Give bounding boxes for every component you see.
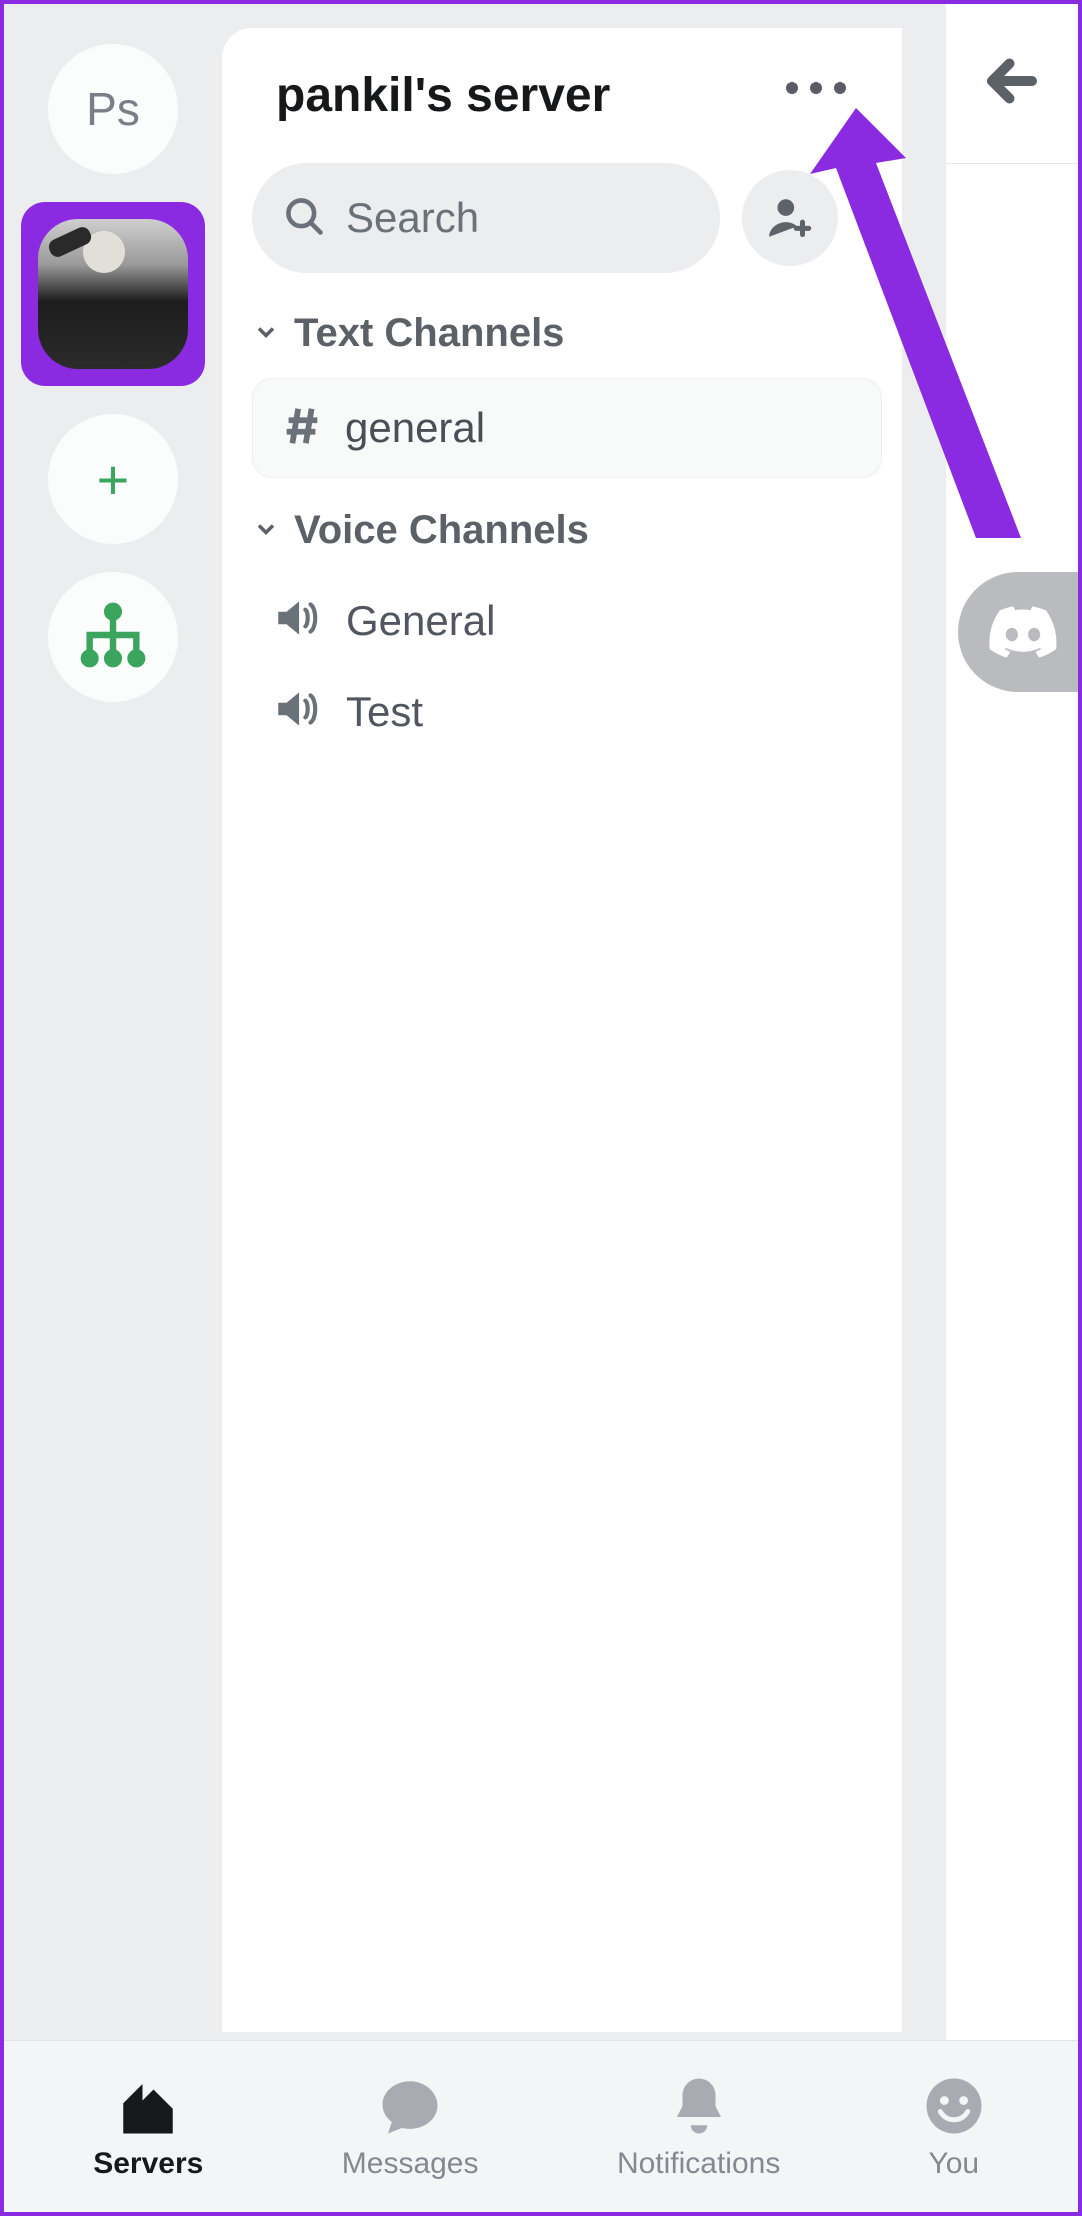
tab-you-label: You	[928, 2147, 979, 2181]
server-rail: Ps +	[4, 4, 222, 2044]
tab-you[interactable]: You	[919, 2073, 989, 2181]
search-placeholder: Search	[346, 194, 479, 242]
server-avatar-selected[interactable]	[38, 219, 188, 369]
voice-channel-name: General	[346, 597, 495, 645]
discover-hub-button[interactable]	[48, 572, 178, 702]
server-selected-highlight	[21, 202, 205, 386]
hash-icon	[279, 403, 325, 454]
text-channels-label: Text Channels	[294, 311, 564, 356]
channel-panel: pankil's server Search Text Channels gen…	[222, 28, 902, 2032]
tab-servers[interactable]: Servers	[93, 2073, 203, 2181]
server-ps-label: Ps	[86, 82, 140, 136]
chevron-down-icon	[252, 311, 280, 356]
bell-icon	[664, 2073, 734, 2139]
invite-people-button[interactable]	[742, 170, 838, 266]
messages-icon	[375, 2073, 445, 2139]
tab-messages-label: Messages	[342, 2147, 479, 2181]
right-peek-panel	[908, 4, 1078, 2044]
back-button[interactable]	[982, 51, 1042, 116]
add-server-button[interactable]: +	[48, 414, 178, 544]
invite-icon	[765, 193, 815, 243]
search-icon	[282, 194, 326, 243]
servers-icon	[113, 2073, 183, 2139]
voice-channels-header[interactable]: Voice Channels	[252, 508, 882, 553]
chevron-down-icon	[252, 508, 280, 553]
server-options-button[interactable]	[786, 82, 846, 94]
discord-fab[interactable]	[958, 572, 1078, 692]
bottom-tab-bar: Servers Messages Notifications You	[4, 2040, 1078, 2212]
tab-notifications[interactable]: Notifications	[617, 2073, 780, 2181]
voice-channel-general[interactable]: General	[252, 575, 882, 666]
peek-header	[946, 4, 1078, 164]
peek-body	[946, 164, 1078, 2044]
tab-notifications-label: Notifications	[617, 2147, 780, 2181]
plus-icon: +	[97, 447, 130, 512]
you-icon	[919, 2073, 989, 2139]
text-channels-header[interactable]: Text Channels	[252, 311, 882, 356]
tab-messages[interactable]: Messages	[342, 2073, 479, 2181]
voice-channel-name: Test	[346, 688, 423, 736]
server-title: pankil's server	[276, 68, 882, 123]
speaker-icon	[272, 593, 322, 648]
server-ps[interactable]: Ps	[48, 44, 178, 174]
voice-channel-test[interactable]: Test	[252, 666, 882, 757]
hub-icon	[78, 600, 148, 675]
discord-icon	[988, 606, 1058, 658]
search-row: Search	[252, 163, 882, 273]
search-input[interactable]: Search	[252, 163, 720, 273]
text-channel-general[interactable]: general	[252, 378, 882, 478]
text-channel-name: general	[345, 404, 485, 452]
speaker-icon	[272, 684, 322, 739]
tab-servers-label: Servers	[93, 2147, 203, 2181]
voice-channels-label: Voice Channels	[294, 508, 589, 553]
